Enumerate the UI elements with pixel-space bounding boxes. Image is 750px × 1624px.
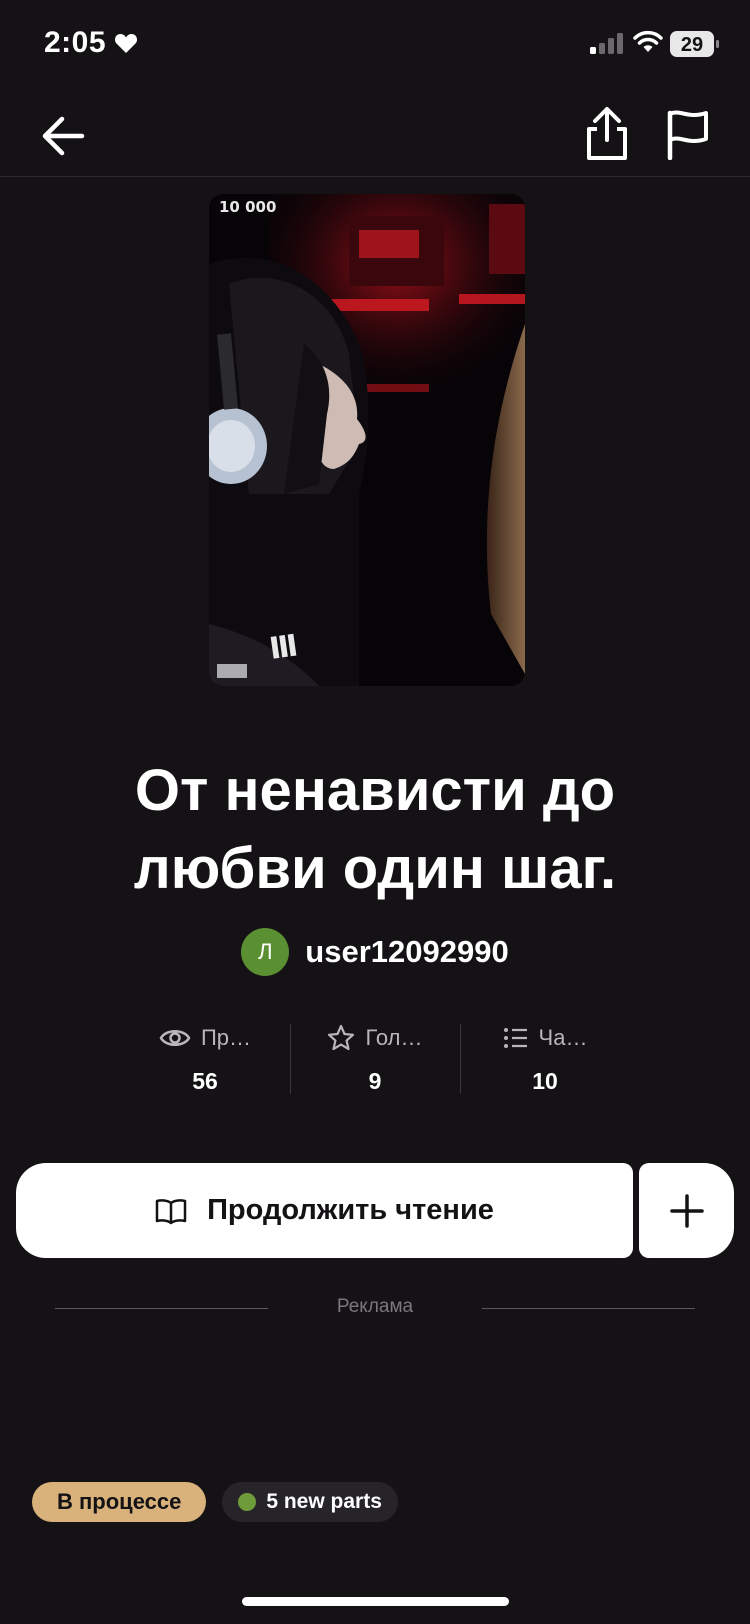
battery-icon: 29 [670, 31, 719, 57]
author-name[interactable]: user12092990 [305, 934, 508, 970]
heart-icon [114, 34, 138, 53]
author-row[interactable]: Л user12092990 [0, 928, 750, 978]
eye-icon [159, 1030, 191, 1046]
story-stats: Пр… 56 Гол… 9 Ча… 10 [120, 1020, 630, 1100]
svg-text:Ⅲ: Ⅲ [267, 628, 300, 667]
status-badge: В процессе [32, 1482, 207, 1522]
add-to-library-button[interactable] [639, 1163, 734, 1258]
continue-reading-label: Продолжить чтение [207, 1194, 494, 1226]
stat-parts: Ча… 10 [460, 1020, 630, 1100]
stat-votes-value: 9 [368, 1068, 382, 1094]
book-title: От ненависти до любви один шаг. [133, 758, 617, 901]
cover-badge: 10 000 [219, 198, 277, 216]
list-icon [503, 1028, 527, 1048]
new-parts-badge: 5 new parts [222, 1482, 398, 1522]
stat-parts-label: Ча… [538, 1025, 588, 1050]
share-icon[interactable] [582, 106, 632, 162]
stat-reads-value: 56 [192, 1068, 218, 1094]
status-bar: 2:05 29 [0, 0, 750, 90]
signal-icon [590, 33, 623, 54]
battery-level: 29 [681, 34, 703, 56]
stat-parts-value: 10 [532, 1068, 558, 1094]
stat-reads: Пр… 56 [120, 1020, 290, 1100]
back-arrow-icon[interactable] [38, 110, 90, 162]
cover-image: Ⅲ [209, 194, 525, 686]
flag-icon[interactable] [664, 108, 712, 160]
nav-bar [0, 90, 750, 177]
ad-label: Реклама [336, 1296, 414, 1317]
home-indicator [242, 1597, 509, 1606]
wifi-icon [633, 30, 663, 52]
new-parts-dot [238, 1493, 257, 1511]
stat-votes-label: Гол… [365, 1025, 423, 1050]
story-tags: В процессе 5 new parts [32, 1482, 398, 1522]
ad-line-right [482, 1308, 695, 1309]
book-icon [155, 1198, 187, 1224]
avatar[interactable]: Л [241, 928, 290, 976]
star-icon [328, 1024, 355, 1051]
new-parts-label: 5 new parts [266, 1490, 382, 1513]
stat-votes: Гол… 9 [290, 1020, 460, 1100]
book-cover[interactable]: Ⅲ 10 000 [209, 194, 525, 686]
ad-separator: Реклама [55, 1294, 695, 1324]
status-time: 2:05 [44, 26, 107, 59]
stat-reads-label: Пр… [200, 1025, 252, 1050]
plus-icon [669, 1193, 704, 1228]
continue-reading-button[interactable]: Продолжить чтение [16, 1163, 633, 1258]
